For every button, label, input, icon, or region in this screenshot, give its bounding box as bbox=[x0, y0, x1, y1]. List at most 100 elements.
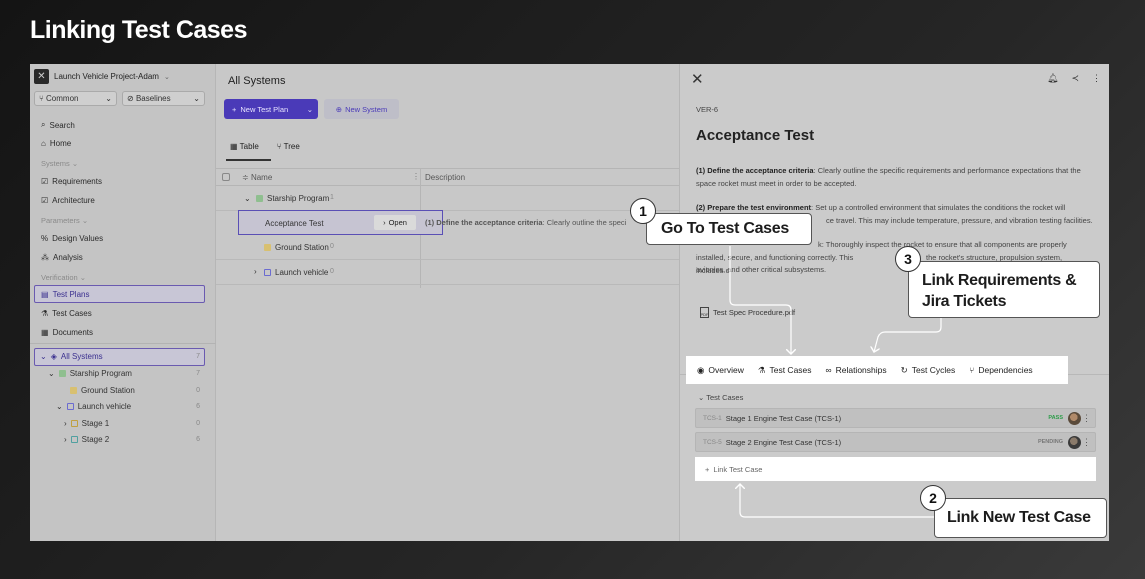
flask-icon: ⚗ bbox=[757, 364, 766, 375]
link-icon: ∞ bbox=[825, 365, 832, 375]
project-switcher[interactable]: ✕ Launch Vehicle Project-Adam ⌄ bbox=[34, 69, 170, 84]
checkbox-icon: ☑ bbox=[41, 177, 49, 186]
tree-count: 0 bbox=[196, 420, 200, 427]
sidebar-item-test-cases[interactable]: ⚗ Test Cases bbox=[41, 309, 92, 318]
tree-item-stage-1[interactable]: › Stage 1 0 bbox=[64, 419, 208, 428]
tree-count: 6 bbox=[196, 436, 200, 443]
percent-icon: % bbox=[41, 234, 49, 243]
bell-icon[interactable]: 🔔︎ bbox=[1047, 73, 1058, 84]
column-header-name[interactable]: ≑ Name bbox=[242, 173, 272, 182]
checkbox-icon: ☑ bbox=[41, 196, 49, 205]
tab-tree[interactable]: ⑂ Tree bbox=[277, 142, 300, 151]
new-system-button[interactable]: ⊕ New System bbox=[324, 99, 399, 119]
analysis-icon: ⁂ bbox=[41, 253, 49, 262]
item-id: VER-6 bbox=[696, 105, 719, 114]
description-paragraph-1: (1) Define the acceptance criteria: Clea… bbox=[696, 164, 1092, 190]
table-row[interactable]: ⌄ Starship Program 1 bbox=[216, 186, 679, 211]
chevron-down-icon: ⌄ bbox=[163, 73, 170, 81]
home-icon: ⌂ bbox=[41, 139, 46, 148]
section-verification[interactable]: Verification ⌄ bbox=[41, 273, 86, 282]
chevron-down-icon: ⌄ bbox=[48, 369, 55, 378]
tree-item-label: Stage 1 bbox=[81, 419, 110, 428]
sidebar-item-label: Design Values bbox=[52, 234, 104, 243]
tree-item-launch-vehicle[interactable]: ⌄ Launch vehicle 6 bbox=[56, 402, 208, 411]
column-menu-icon[interactable]: ⋮ bbox=[412, 172, 420, 181]
sidebar-divider bbox=[30, 343, 216, 344]
more-icon[interactable]: ⋮ bbox=[1082, 437, 1091, 448]
tab-dependencies[interactable]: ⑂ Dependencies bbox=[969, 365, 1032, 375]
sidebar-item-label: Requirements bbox=[52, 177, 102, 186]
description-bold: (1) Define the acceptance criteria bbox=[425, 218, 543, 227]
test-case-id: TCS-5 bbox=[703, 438, 722, 446]
common-select[interactable]: ⑂ Common ⌄ bbox=[34, 91, 117, 106]
link-test-case-button[interactable]: + Link Test Case bbox=[695, 457, 1096, 481]
tab-label: Dependencies bbox=[978, 365, 1033, 375]
eye-icon: ◉ bbox=[697, 364, 705, 375]
share-icon[interactable]: ≺ bbox=[1071, 73, 1079, 84]
tree-item-stage-2[interactable]: › Stage 2 6 bbox=[64, 435, 208, 444]
more-icon[interactable]: ⋮ bbox=[1092, 73, 1101, 84]
tree-item-label: Launch vehicle bbox=[77, 402, 132, 411]
sidebar-item-label: Home bbox=[49, 139, 72, 148]
table-row-selected[interactable]: Acceptance Test › Open bbox=[238, 210, 443, 235]
clipboard-icon: ▤ bbox=[41, 290, 49, 299]
table-row[interactable]: Ground Station 0 bbox=[216, 235, 679, 260]
layers-icon: ◈ bbox=[50, 352, 57, 361]
chevron-down-icon[interactable]: ⌄ bbox=[244, 194, 251, 203]
tree-count: 7 bbox=[196, 370, 200, 377]
main-content: All Systems + New Test Plan ⌄ ⊕ New System … bbox=[216, 64, 679, 541]
test-case-row[interactable]: TCS-5 Stage 2 Engine Test Case (TCS-1) P… bbox=[695, 432, 1096, 452]
row-count: 1 bbox=[330, 194, 334, 201]
chevron-right-icon[interactable]: › bbox=[254, 267, 257, 276]
sidebar-item-analysis[interactable]: ⁂ Analysis bbox=[41, 253, 83, 262]
tab-label: Tree bbox=[283, 142, 300, 151]
sidebar-item-design-values[interactable]: % Design Values bbox=[41, 234, 103, 243]
tree-item-starship[interactable]: ⌄ Starship Program 7 bbox=[48, 369, 208, 378]
more-icon[interactable]: ⋮ bbox=[1082, 413, 1091, 424]
pdf-icon: PDF bbox=[700, 307, 709, 318]
new-test-plan-button[interactable]: + New Test Plan ⌄ bbox=[224, 99, 318, 119]
open-button[interactable]: › Open bbox=[374, 215, 416, 230]
attachment[interactable]: PDF Test Spec Procedure.pdf bbox=[700, 307, 795, 318]
section-systems[interactable]: Systems ⌄ bbox=[41, 159, 78, 168]
test-case-row[interactable]: TCS-1 Stage 1 Engine Test Case (TCS-1) P… bbox=[695, 408, 1096, 428]
table-row[interactable]: › Launch vehicle 0 bbox=[216, 260, 679, 285]
sidebar-item-home[interactable]: ⌂ Home bbox=[41, 139, 71, 148]
avatar bbox=[1068, 411, 1081, 425]
tab-overview[interactable]: ◉ Overview bbox=[697, 365, 744, 376]
plus-icon: + bbox=[705, 464, 710, 474]
tab-label: Test Cases bbox=[769, 365, 812, 375]
close-icon[interactable]: ✕ bbox=[691, 70, 704, 88]
baselines-select[interactable]: ⊘ Baselines ⌄ bbox=[122, 91, 205, 106]
step-number-1: 1 bbox=[630, 198, 656, 224]
chevron-right-icon: › bbox=[64, 435, 67, 444]
button-label: New Test Plan bbox=[240, 104, 289, 114]
chevron-down-icon: ⌄ bbox=[56, 402, 63, 411]
sidebar-item-search[interactable]: ⌕ Search bbox=[41, 120, 75, 130]
tab-relationships[interactable]: ∞ Relationships bbox=[826, 365, 887, 375]
sidebar-item-label: Architecture bbox=[52, 196, 95, 205]
chevron-down-icon: ⌄ bbox=[306, 104, 313, 114]
tab-test-cases[interactable]: ⚗ Test Cases bbox=[758, 365, 812, 376]
tab-label: Test Cycles bbox=[911, 365, 956, 375]
sidebar-item-test-plans[interactable]: ▤ Test Plans bbox=[41, 290, 89, 299]
sidebar-item-label: Search bbox=[49, 120, 75, 130]
select-all-checkbox[interactable] bbox=[222, 173, 230, 181]
tab-test-cycles[interactable]: ↻ Test Cycles bbox=[901, 365, 956, 376]
status-badge: PASS bbox=[1048, 415, 1063, 421]
tree-count: 6 bbox=[196, 403, 200, 410]
callout-link-requirements: Link Requirements & Jira Tickets bbox=[908, 261, 1100, 318]
column-header-description[interactable]: Description bbox=[425, 173, 465, 182]
tree-item-ground-station[interactable]: Ground Station 0 bbox=[70, 386, 208, 395]
sidebar-item-documents[interactable]: ▦ Documents bbox=[41, 328, 93, 337]
sort-icon: ≑ bbox=[242, 173, 251, 182]
tree-icon: ⑂ bbox=[276, 142, 284, 151]
tab-table[interactable]: ▦ Table bbox=[230, 142, 259, 151]
section-parameters[interactable]: Parameters ⌄ bbox=[41, 216, 88, 225]
test-cases-section-header[interactable]: ⌄ Test Cases bbox=[698, 393, 743, 402]
table-header: ≑ Name ⋮ Description bbox=[216, 168, 679, 186]
sidebar-item-requirements[interactable]: ☑ Requirements bbox=[41, 177, 102, 186]
tree-item-all-systems[interactable]: ⌄ ◈ All Systems 7 bbox=[40, 352, 208, 361]
button-label: Open bbox=[388, 218, 407, 227]
sidebar-item-architecture[interactable]: ☑ Architecture bbox=[41, 196, 95, 205]
